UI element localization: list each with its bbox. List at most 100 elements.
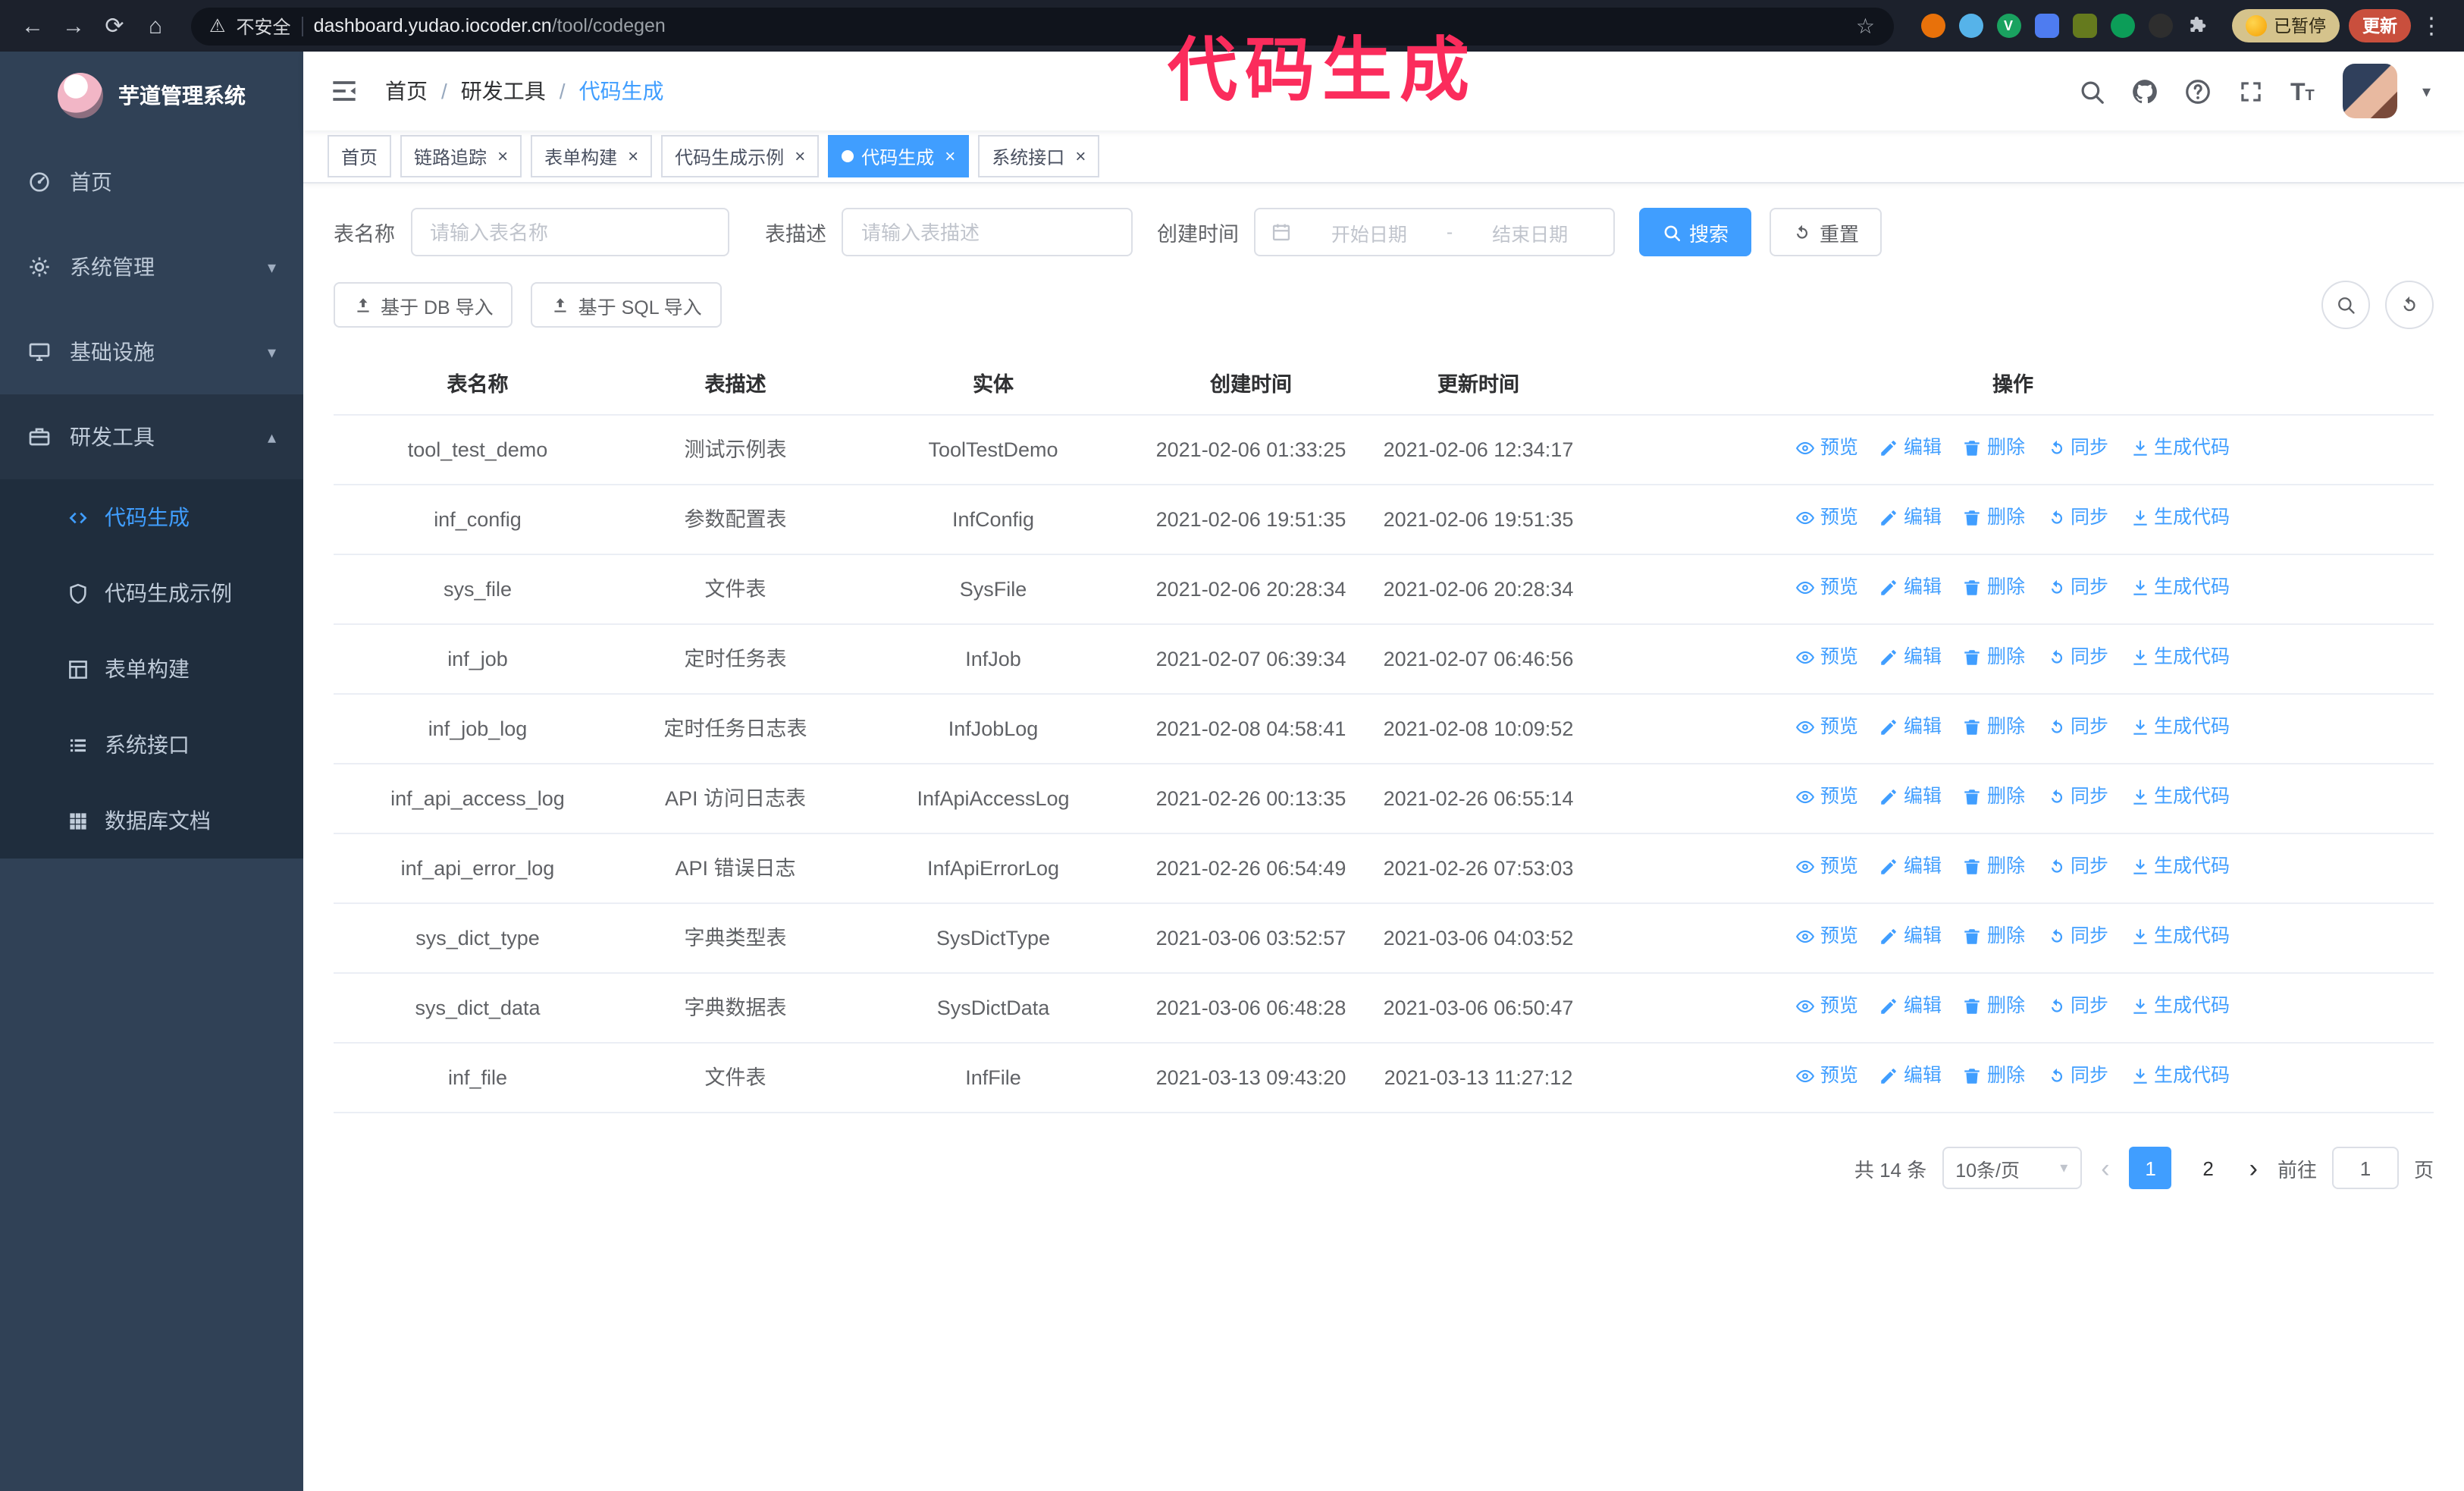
sidebar-item-devtools[interactable]: 研发工具 ▴ [0, 394, 303, 479]
address-bar[interactable]: ⚠ 不安全 dashboard.yudao.iocoder.cn/tool/co… [191, 7, 1893, 45]
chrome-menu-icon[interactable]: ⋮ [2411, 5, 2452, 47]
generate-code-action-link[interactable]: 生成代码 [2130, 711, 2230, 743]
sync-action-link[interactable]: 同步 [2046, 781, 2108, 813]
goto-page-input[interactable] [2331, 1147, 2399, 1189]
close-icon[interactable]: × [1075, 147, 1086, 165]
delete-action-link[interactable]: 删除 [1963, 781, 2025, 813]
hamburger-icon[interactable] [328, 74, 361, 108]
edit-action-link[interactable]: 编辑 [1879, 432, 1942, 464]
help-icon[interactable] [2184, 77, 2213, 105]
extension-icon[interactable] [2110, 14, 2134, 38]
preview-action-link[interactable]: 预览 [1796, 781, 1858, 813]
preview-action-link[interactable]: 预览 [1796, 572, 1858, 604]
generate-code-action-link[interactable]: 生成代码 [2130, 1060, 2230, 1092]
tab-home[interactable]: 首页 [328, 135, 392, 177]
sidebar-item-infra[interactable]: 基础设施 ▾ [0, 309, 303, 394]
app-logo[interactable]: 芋道管理系统 [0, 52, 303, 140]
fullscreen-icon[interactable] [2237, 77, 2266, 105]
home-icon[interactable]: ⌂ [135, 5, 176, 47]
search-icon[interactable] [2078, 77, 2107, 105]
generate-code-action-link[interactable]: 生成代码 [2130, 990, 2230, 1022]
table-name-input[interactable] [410, 208, 729, 256]
import-db-button[interactable]: 基于 DB 导入 [334, 282, 513, 328]
tab-system-api[interactable]: 系统接口 × [978, 135, 1100, 177]
edit-action-link[interactable]: 编辑 [1879, 502, 1942, 534]
extension-icon[interactable] [1920, 14, 1945, 38]
delete-action-link[interactable]: 删除 [1963, 990, 2025, 1022]
delete-action-link[interactable]: 删除 [1963, 711, 2025, 743]
sync-action-link[interactable]: 同步 [2046, 990, 2108, 1022]
sidebar-item-codegen-example[interactable]: 代码生成示例 [0, 555, 303, 631]
generate-code-action-link[interactable]: 生成代码 [2130, 502, 2230, 534]
tab-trace[interactable]: 链路追踪 × [400, 135, 522, 177]
edit-action-link[interactable]: 编辑 [1879, 781, 1942, 813]
delete-action-link[interactable]: 删除 [1963, 502, 2025, 534]
extension-icon[interactable] [2034, 14, 2058, 38]
sync-action-link[interactable]: 同步 [2046, 572, 2108, 604]
breadcrumb-devtools[interactable]: 研发工具 [461, 76, 546, 106]
sync-action-link[interactable]: 同步 [2046, 851, 2108, 883]
toggle-search-button[interactable] [2321, 281, 2370, 329]
delete-action-link[interactable]: 删除 [1963, 432, 2025, 464]
edit-action-link[interactable]: 编辑 [1879, 572, 1942, 604]
edit-action-link[interactable]: 编辑 [1879, 990, 1942, 1022]
back-icon[interactable]: ← [12, 5, 53, 47]
bookmark-star-icon[interactable]: ☆ [1856, 13, 1875, 39]
preview-action-link[interactable]: 预览 [1796, 711, 1858, 743]
sync-action-link[interactable]: 同步 [2046, 921, 2108, 953]
sync-action-link[interactable]: 同步 [2046, 502, 2108, 534]
generate-code-action-link[interactable]: 生成代码 [2130, 642, 2230, 673]
extensions-puzzle-icon[interactable] [2186, 14, 2210, 38]
sync-action-link[interactable]: 同步 [2046, 432, 2108, 464]
prev-page-button[interactable]: ‹ [2096, 1155, 2114, 1181]
chrome-update-button[interactable]: 更新 [2349, 9, 2411, 42]
close-icon[interactable]: × [628, 147, 638, 165]
refresh-table-button[interactable] [2385, 281, 2434, 329]
reload-icon[interactable]: ⟳ [94, 5, 135, 47]
close-icon[interactable]: × [795, 147, 805, 165]
sidebar-item-system-api[interactable]: 系统接口 [0, 707, 303, 783]
import-sql-button[interactable]: 基于 SQL 导入 [531, 282, 722, 328]
sync-action-link[interactable]: 同步 [2046, 642, 2108, 673]
page-size-select[interactable]: 10条/页 ▾ [1942, 1147, 2082, 1189]
tab-codegen[interactable]: 代码生成 × [828, 135, 970, 177]
delete-action-link[interactable]: 删除 [1963, 572, 2025, 604]
create-time-range-picker[interactable]: 开始日期 - 结束日期 [1254, 208, 1615, 256]
delete-action-link[interactable]: 删除 [1963, 1060, 2025, 1092]
reset-button[interactable]: 重置 [1770, 208, 1882, 256]
tab-codegen-example[interactable]: 代码生成示例 × [661, 135, 820, 177]
sync-action-link[interactable]: 同步 [2046, 1060, 2108, 1092]
page-2-button[interactable]: 2 [2187, 1147, 2230, 1189]
delete-action-link[interactable]: 删除 [1963, 851, 2025, 883]
sync-action-link[interactable]: 同步 [2046, 711, 2108, 743]
sidebar-item-system[interactable]: 系统管理 ▾ [0, 224, 303, 309]
edit-action-link[interactable]: 编辑 [1879, 642, 1942, 673]
caret-down-icon[interactable]: ▾ [2422, 81, 2431, 101]
search-button[interactable]: 搜索 [1639, 208, 1752, 256]
sidebar-item-form-builder[interactable]: 表单构建 [0, 631, 303, 707]
preview-action-link[interactable]: 预览 [1796, 642, 1858, 673]
edit-action-link[interactable]: 编辑 [1879, 711, 1942, 743]
tab-form-builder[interactable]: 表单构建 × [531, 135, 653, 177]
extension-icon[interactable] [2148, 14, 2172, 38]
forward-icon[interactable]: → [53, 5, 94, 47]
preview-action-link[interactable]: 预览 [1796, 921, 1858, 953]
edit-action-link[interactable]: 编辑 [1879, 921, 1942, 953]
close-icon[interactable]: × [497, 147, 508, 165]
table-desc-input[interactable] [842, 208, 1133, 256]
preview-action-link[interactable]: 预览 [1796, 990, 1858, 1022]
preview-action-link[interactable]: 预览 [1796, 1060, 1858, 1092]
generate-code-action-link[interactable]: 生成代码 [2130, 921, 2230, 953]
generate-code-action-link[interactable]: 生成代码 [2130, 781, 2230, 813]
page-1-button[interactable]: 1 [2129, 1147, 2172, 1189]
font-size-icon[interactable]: TT [2290, 77, 2319, 105]
delete-action-link[interactable]: 删除 [1963, 642, 2025, 673]
sidebar-item-codegen[interactable]: 代码生成 [0, 479, 303, 555]
extension-icon[interactable] [2072, 14, 2096, 38]
sidebar-item-home[interactable]: 首页 [0, 140, 303, 224]
preview-action-link[interactable]: 预览 [1796, 851, 1858, 883]
sidebar-item-db-doc[interactable]: 数据库文档 [0, 783, 303, 859]
preview-action-link[interactable]: 预览 [1796, 432, 1858, 464]
generate-code-action-link[interactable]: 生成代码 [2130, 572, 2230, 604]
github-icon[interactable] [2131, 77, 2160, 105]
